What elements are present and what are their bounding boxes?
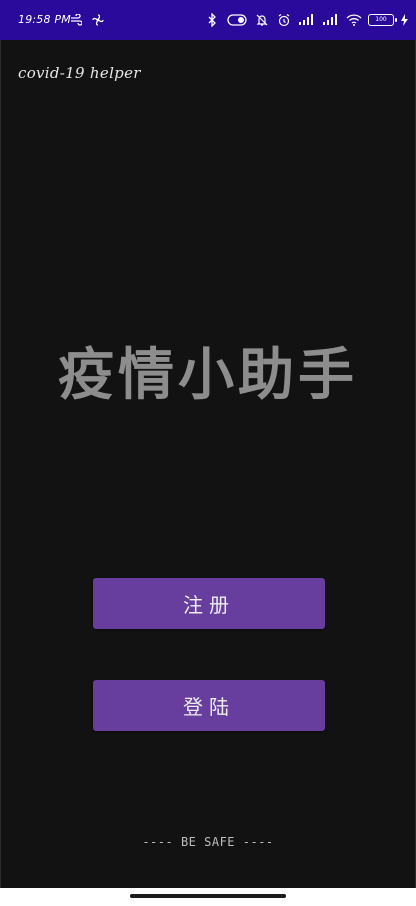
toggle-icon: [226, 12, 248, 28]
left-edge: [0, 40, 1, 888]
battery-level: 100: [375, 16, 387, 23]
status-right-icons: 100: [204, 10, 408, 30]
wifi-icon: [346, 12, 362, 28]
login-button[interactable]: 登陆: [93, 680, 325, 731]
wind-icon: [68, 12, 84, 28]
signal-icon: [322, 12, 340, 28]
charging-icon: [400, 12, 408, 28]
signal-icon: [298, 12, 316, 28]
status-time: 19:58 PM: [18, 13, 71, 26]
footer-text: ---- BE SAFE ----: [142, 835, 274, 849]
status-left-icons: [68, 12, 106, 28]
headline: 疫情小助手: [58, 343, 358, 408]
muted-bell-icon: [254, 12, 270, 28]
home-indicator[interactable]: [130, 894, 286, 898]
phone-screen: 19:58 PM 100 covid-19 helper 疫情小助手 注册 登陆…: [0, 0, 416, 906]
fan-icon: [90, 12, 106, 28]
register-button[interactable]: 注册: [93, 578, 325, 629]
alarm-icon: [276, 12, 292, 28]
status-bar: 19:58 PM 100: [0, 0, 416, 40]
app-title: covid-19 helper: [18, 64, 141, 82]
battery-icon: 100: [368, 14, 397, 26]
bluetooth-icon: [204, 12, 220, 28]
